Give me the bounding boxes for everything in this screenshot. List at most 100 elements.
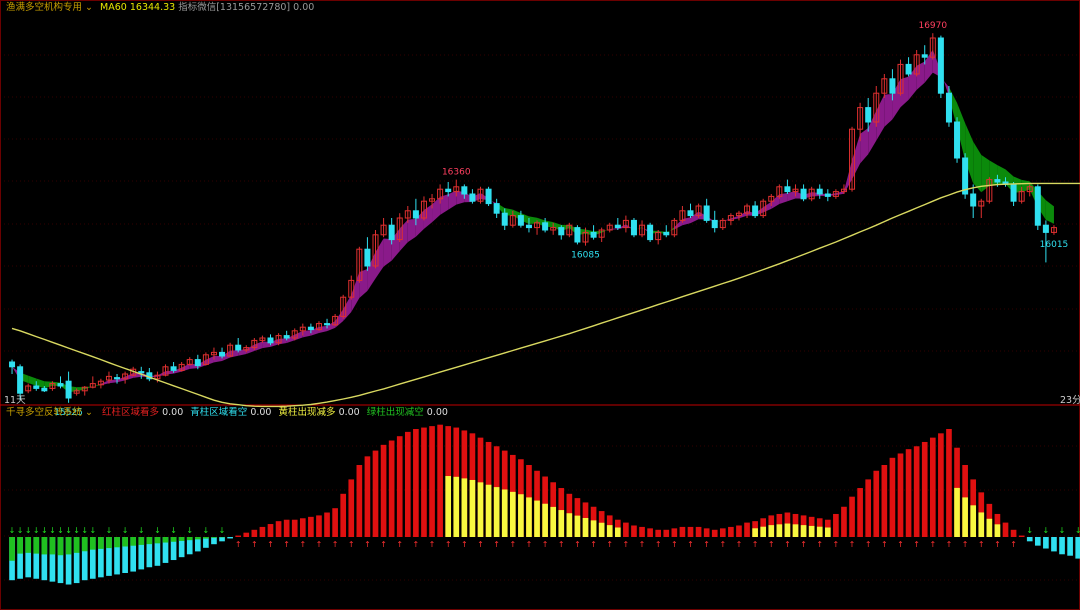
indicator-bar-yellow <box>954 487 960 537</box>
candle-body <box>752 205 759 217</box>
indicator-bar-yellow <box>542 503 548 537</box>
band-segment <box>294 330 303 341</box>
arrow-up-icon: ↑ <box>235 540 242 549</box>
indicator-bar-red <box>340 493 347 537</box>
indicator-bar-green <box>194 537 201 540</box>
indicator-bar-red <box>719 528 726 537</box>
indicator-bar-red <box>259 526 266 537</box>
cyan-label: 青柱区域看空 <box>190 407 248 418</box>
indicator-bar-green <box>73 537 80 553</box>
candle-body <box>945 92 952 123</box>
indicator-bar-yellow <box>824 527 831 537</box>
chevron-down-icon[interactable]: ⌄ <box>85 407 93 418</box>
arrow-up-icon: ↑ <box>413 540 420 549</box>
indicator-bar-red <box>332 508 338 537</box>
indicator-bar-green <box>25 537 32 553</box>
indicator-bar-green <box>65 537 72 555</box>
candle-body <box>574 227 581 243</box>
indicator-bar-red <box>929 437 936 537</box>
indicator-bar-red <box>267 524 274 537</box>
indicator-bar-yellow <box>800 525 807 537</box>
indicator-bar-green <box>41 537 48 555</box>
indicator-bar-red <box>316 515 322 537</box>
indicator-bar-red <box>857 488 863 537</box>
indicator-name[interactable]: 渔满多空机构专用 <box>6 2 82 13</box>
indicator-bar-cyan <box>1067 537 1073 556</box>
indicator-bar-red <box>833 513 839 537</box>
candle-body <box>921 54 928 58</box>
indicator-bar-red <box>687 526 694 537</box>
indicator-bar-red <box>291 519 298 537</box>
candle-body <box>663 231 670 236</box>
arrow-up-icon: ↑ <box>396 540 403 549</box>
cyan-value: 0.00 <box>250 407 272 418</box>
arrow-down-icon: ↓ <box>1043 526 1050 535</box>
indicator-bar-cyan <box>1034 537 1041 546</box>
candle-body <box>1042 224 1049 233</box>
band-segment <box>860 127 869 164</box>
candle-body <box>525 224 532 229</box>
indicator-bar-green <box>138 537 145 545</box>
band-segment <box>682 217 691 226</box>
indicator-bar-cyan <box>203 537 209 548</box>
band-segment <box>246 344 255 354</box>
indicator-bar-cyan <box>1075 537 1080 559</box>
arrow-up-icon: ↑ <box>590 540 597 549</box>
band-segment <box>278 338 287 345</box>
candle-body <box>711 219 718 229</box>
indicator-bar-red <box>663 529 670 537</box>
arrow-up-icon: ↑ <box>526 540 533 549</box>
indicator-bar-red <box>849 496 855 537</box>
axis-label-left: 11天 <box>4 395 26 406</box>
chevron-down-icon[interactable]: ⌄ <box>85 2 93 13</box>
arrow-down-icon: ↓ <box>33 526 40 535</box>
indicator-bar-green <box>162 537 169 543</box>
band-segment <box>876 94 885 141</box>
band-segment <box>852 133 861 180</box>
candle-body <box>590 231 597 238</box>
candle-body <box>324 323 331 326</box>
arrow-down-icon: ↓ <box>81 526 88 535</box>
arrow-up-icon: ↑ <box>299 540 306 549</box>
indicator-bar-red <box>639 526 645 537</box>
indicator-bar-yellow <box>574 515 581 537</box>
indicator-bar-cyan <box>1026 537 1033 542</box>
arrow-up-icon: ↑ <box>800 540 807 549</box>
indicator-bar-red <box>736 525 742 537</box>
indicator-bar-red <box>728 526 734 537</box>
sub-indicator-name[interactable]: 千寻多空反转系统 <box>6 407 82 418</box>
arrow-up-icon: ↑ <box>429 540 436 549</box>
arrow-up-icon: ↑ <box>784 540 791 549</box>
indicator-bar-green <box>17 537 23 554</box>
arrow-up-icon: ↑ <box>477 540 484 549</box>
indicator-bar-red <box>938 433 944 537</box>
arrow-up-icon: ↑ <box>849 540 856 549</box>
candle-body <box>1010 183 1017 202</box>
candle-body <box>219 351 226 357</box>
arrow-up-icon: ↑ <box>962 540 969 549</box>
arrow-up-icon: ↑ <box>332 540 339 549</box>
indicator-bar-green <box>178 537 185 541</box>
indicator-bar-red <box>655 529 662 537</box>
arrow-up-icon: ↑ <box>380 540 387 549</box>
candle-body <box>17 366 24 394</box>
arrow-down-icon: ↓ <box>73 526 80 535</box>
indicator-bar-yellow <box>493 487 500 537</box>
arrow-down-icon: ↓ <box>17 526 24 535</box>
band-segment <box>407 218 416 243</box>
arrow-up-icon: ↑ <box>913 540 920 549</box>
arrow-up-icon: ↑ <box>833 540 840 549</box>
candle-body <box>114 377 121 380</box>
arrow-up-icon: ↑ <box>267 540 274 549</box>
indicator-bar-yellow <box>534 500 540 537</box>
band-segment <box>1021 179 1030 193</box>
indicator-bar-green <box>203 537 209 539</box>
band-segment <box>302 330 311 338</box>
arrow-up-icon: ↑ <box>671 540 678 549</box>
band-segment <box>327 321 336 332</box>
arrow-up-icon: ↑ <box>445 540 452 549</box>
candle-body <box>687 210 694 217</box>
arrow-up-icon: ↑ <box>606 540 613 549</box>
arrow-up-icon: ↑ <box>719 540 726 549</box>
band-segment <box>28 375 37 386</box>
